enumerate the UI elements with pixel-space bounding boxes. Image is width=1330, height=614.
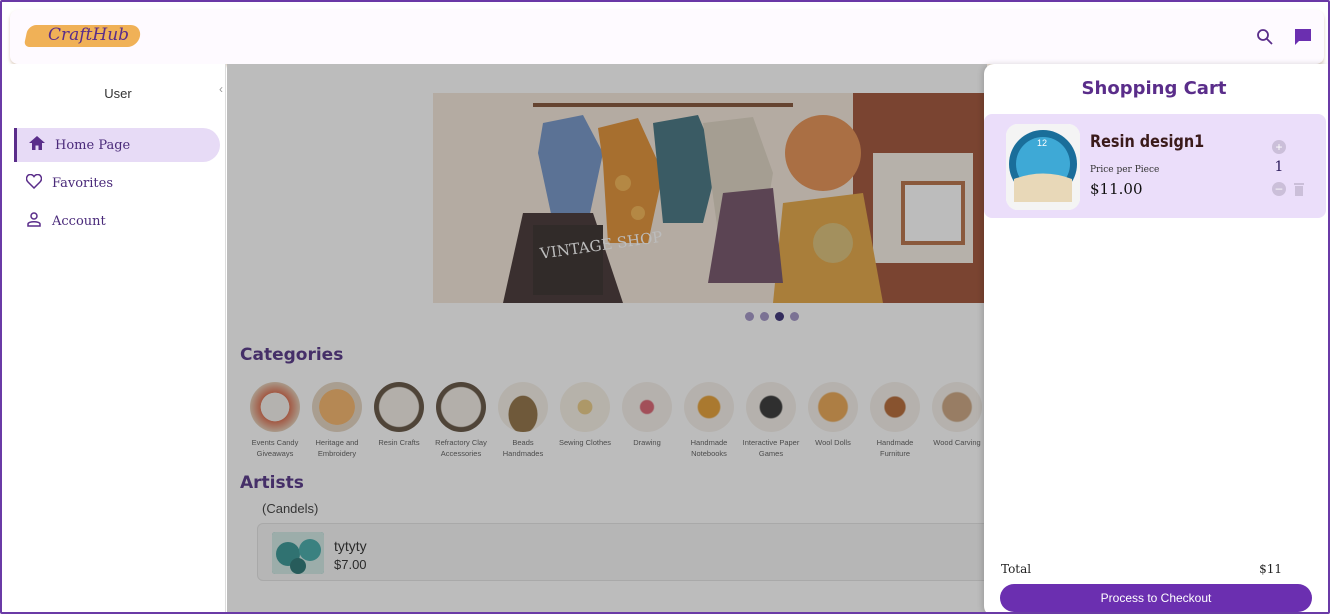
search-icon[interactable] (1252, 24, 1278, 50)
cart-item-price: $11.00 (1090, 180, 1143, 198)
chat-icon[interactable] (1290, 24, 1316, 50)
sidebar-item-label: Home Page (55, 137, 131, 153)
heart-icon (25, 173, 43, 193)
decrease-quantity-icon[interactable]: – (1272, 182, 1286, 196)
total-label: Total (1001, 562, 1032, 576)
cart-title: Shopping Cart (1081, 78, 1227, 99)
app-window: CraftHub User ‹ Home Page Favorites Acco… (0, 0, 1330, 614)
collapse-sidebar-icon[interactable]: ‹ (219, 82, 223, 96)
cart-item-quantity: 1 (1274, 159, 1284, 175)
sidebar-item-account[interactable]: Account (14, 204, 220, 238)
increase-quantity-icon[interactable]: + (1272, 140, 1286, 154)
top-bar: CraftHub (10, 10, 1324, 64)
sidebar: User ‹ Home Page Favorites Account (10, 64, 226, 612)
modal-backdrop[interactable] (227, 64, 987, 612)
price-per-piece-label: Price per Piece (1090, 165, 1160, 175)
sidebar-item-label: Favorites (52, 175, 114, 191)
sidebar-item-home[interactable]: Home Page (14, 128, 220, 162)
shopping-cart-panel: Shopping Cart 12 Resin design1 Price per… (984, 64, 1328, 612)
total-value: $11 (1259, 562, 1282, 576)
person-icon (26, 211, 42, 231)
trash-icon[interactable] (1294, 182, 1304, 196)
sidebar-item-favorites[interactable]: Favorites (14, 166, 220, 200)
cart-item-image: 12 (1006, 124, 1080, 210)
user-label: User (104, 86, 132, 101)
crafthub-logo[interactable]: CraftHub (23, 22, 143, 52)
cart-item: 12 Resin design1 Price per Piece $11.00 … (984, 114, 1326, 218)
clock-numeral: 12 (1037, 138, 1047, 148)
checkout-button[interactable]: Process to Checkout (1000, 584, 1312, 612)
sidebar-item-label: Account (52, 213, 106, 229)
cart-item-name: Resin design1 (1090, 132, 1205, 152)
home-icon (29, 136, 45, 154)
logo-text: CraftHub (48, 25, 130, 45)
